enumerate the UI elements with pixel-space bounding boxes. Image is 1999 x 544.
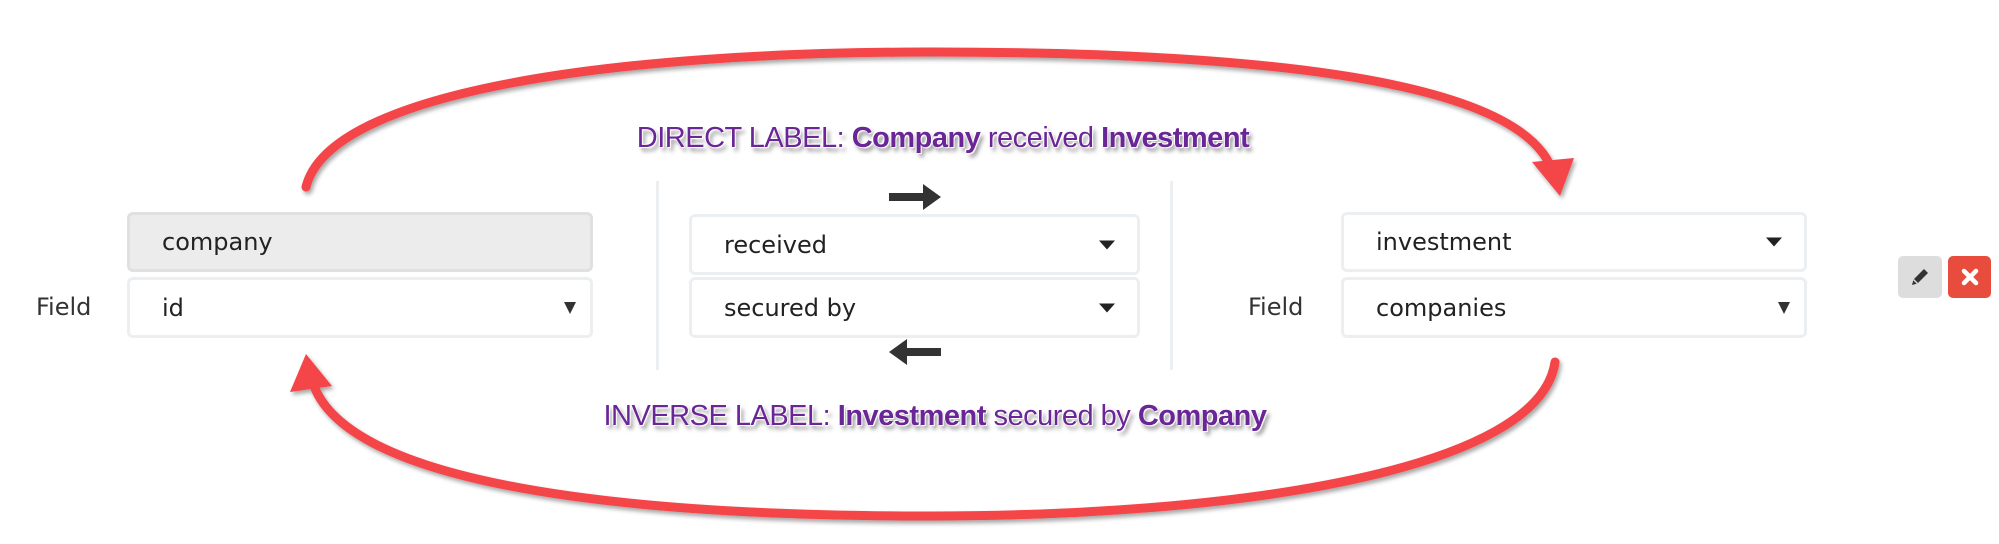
inverse-label-verb: secured by (993, 400, 1131, 432)
inverse-label-prefix: INVERSE LABEL: (603, 400, 831, 432)
direct-label-source: Company (851, 122, 981, 154)
divider-left (656, 181, 659, 370)
times-icon (1961, 268, 1978, 286)
direct-label-verb: received (987, 122, 1094, 154)
chevron-down-icon (1099, 240, 1115, 249)
target-entity-value: investment (1376, 228, 1512, 256)
delete-button[interactable] (1948, 256, 1991, 298)
target-field-value: companies (1376, 293, 1507, 322)
inverse-label: INVERSE LABEL: Investment secured by Com… (603, 400, 1267, 433)
edit-button[interactable] (1898, 256, 1942, 298)
chevron-down-icon (1099, 303, 1115, 312)
pencil-icon (1912, 269, 1928, 285)
target-entity-select[interactable]: investment (1341, 212, 1807, 272)
inverse-label-source: Investment (837, 400, 987, 432)
source-field-value: id (162, 293, 184, 322)
direct-label-target: Investment (1101, 122, 1250, 154)
inverse-arc-arrow (290, 354, 1560, 521)
target-field-select[interactable]: companies (1341, 277, 1807, 338)
chevron-down-icon (1778, 301, 1790, 314)
direct-relation-select[interactable]: received (689, 214, 1140, 275)
source-field-label: Field (36, 293, 92, 321)
source-entity-field: company (127, 212, 593, 272)
chevron-down-icon (564, 301, 576, 314)
inverse-label-target: Company (1137, 400, 1267, 432)
direct-label-prefix: DIRECT LABEL: (636, 122, 845, 154)
inverse-relation-select[interactable]: secured by (689, 277, 1140, 338)
source-field-select[interactable]: id (127, 277, 593, 338)
inverse-relation-value: secured by (724, 293, 857, 322)
chevron-down-icon (1766, 237, 1782, 247)
arrow-left-icon (889, 339, 941, 365)
source-entity-value: company (162, 228, 273, 256)
direct-relation-value: received (724, 230, 827, 259)
arrow-right-icon (889, 184, 941, 210)
direct-label: DIRECT LABEL: Company received Investmen… (636, 122, 1250, 155)
divider-right (1170, 181, 1173, 370)
target-field-label: Field (1248, 293, 1304, 321)
